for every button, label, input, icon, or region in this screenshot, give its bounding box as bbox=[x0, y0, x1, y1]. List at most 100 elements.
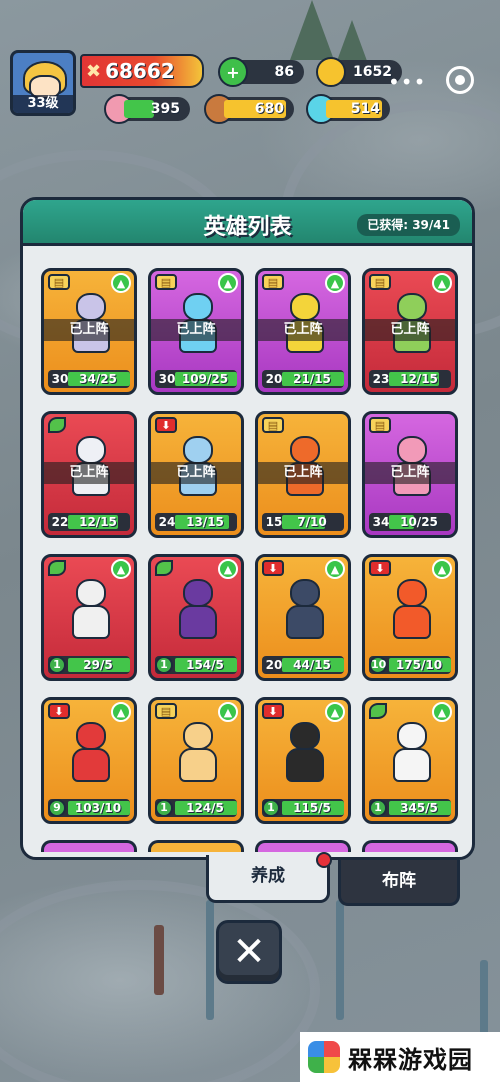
hero-card-partial[interactable] bbox=[41, 840, 137, 852]
hero-card[interactable]: ▲ 1 154/5 bbox=[148, 554, 244, 681]
hero-fragments: 12/15 bbox=[79, 515, 117, 529]
tab-formation[interactable]: 布阵 bbox=[338, 860, 460, 906]
on-team-label: 已上阵 bbox=[151, 319, 241, 341]
hero-card[interactable]: ⬇ ▲ 10 175/10 bbox=[362, 554, 458, 681]
hero-card[interactable]: ⬇ 已上阵 24 13/15 bbox=[148, 411, 244, 538]
hero-level: 10 bbox=[369, 656, 387, 674]
hero-fragments: 29/5 bbox=[83, 658, 113, 672]
hero-card-partial[interactable] bbox=[255, 840, 351, 852]
on-team-label: 已上阵 bbox=[365, 462, 455, 484]
watermark-logo-icon bbox=[308, 1041, 340, 1073]
down-arrow-icon: ⬇ bbox=[369, 560, 391, 576]
book-icon: ▤ bbox=[262, 274, 284, 290]
hero-card[interactable]: ▤ 已上阵 15 7/10 bbox=[255, 411, 351, 538]
hero-card-partial[interactable] bbox=[148, 840, 244, 852]
down-arrow-icon: ⬇ bbox=[262, 560, 284, 576]
record-icon[interactable] bbox=[446, 66, 474, 94]
fragment-progress-bar: 30 109/25 bbox=[155, 370, 237, 388]
hero-fragments: 21/15 bbox=[293, 372, 331, 386]
hero-card[interactable]: ▤ ▲ 1 124/5 bbox=[148, 697, 244, 824]
fragment-progress-bar: 20 44/15 bbox=[262, 656, 344, 674]
hero-fragments: 175/10 bbox=[395, 658, 443, 672]
hero-card[interactable]: ▤ ▲ 已上阵 23 12/15 bbox=[362, 268, 458, 395]
hero-list-panel: 英雄列表 已获得: 39/41 ▤ ▲ 已上阵 30 34/25 ▤ ▲ 已上阵 30 109/2… bbox=[20, 197, 475, 860]
fragment-progress-bar: 1 345/5 bbox=[369, 799, 451, 817]
crystal-resource[interactable]: 514 bbox=[306, 94, 390, 124]
hero-level: 1 bbox=[262, 799, 280, 817]
hero-fragments: 124/5 bbox=[186, 801, 224, 815]
hero-card[interactable]: 已上阵 22 12/15 bbox=[41, 411, 137, 538]
hero-portrait bbox=[64, 718, 118, 788]
hero-fragments: 44/15 bbox=[293, 658, 331, 672]
on-team-label: 已上阵 bbox=[258, 319, 348, 341]
fragment-progress-bar: 1 154/5 bbox=[155, 656, 237, 674]
gem-plus-icon: + bbox=[218, 57, 248, 87]
swords-icon: ✖ bbox=[86, 60, 102, 82]
hero-portrait bbox=[171, 718, 225, 788]
player-avatar[interactable]: 33级 bbox=[10, 50, 76, 116]
hero-card-partial[interactable] bbox=[362, 840, 458, 852]
hero-grid: ▤ ▲ 已上阵 30 34/25 ▤ ▲ 已上阵 30 109/25 ▤ ▲ 已上阵 20 21/15 ▤ ▲ 已… bbox=[41, 268, 458, 857]
hero-fragments: 154/5 bbox=[186, 658, 224, 672]
hero-card[interactable]: ▲ 1 345/5 bbox=[362, 697, 458, 824]
down-arrow-icon: ⬇ bbox=[155, 417, 177, 433]
watermark: 槑槑游戏园 bbox=[300, 1032, 500, 1082]
notification-dot bbox=[316, 852, 332, 868]
down-arrow-icon: ⬇ bbox=[48, 703, 70, 719]
hero-level: 1 bbox=[155, 656, 173, 674]
hero-card[interactable]: ⬇ ▲ 1 115/5 bbox=[255, 697, 351, 824]
fragment-progress-bar: 1 29/5 bbox=[48, 656, 130, 674]
leaf-icon bbox=[155, 560, 173, 576]
hero-level: 1 bbox=[155, 799, 173, 817]
hero-fragments: 12/15 bbox=[400, 372, 438, 386]
on-team-label: 已上阵 bbox=[258, 462, 348, 484]
on-team-label: 已上阵 bbox=[151, 462, 241, 484]
hero-level: 1 bbox=[48, 656, 66, 674]
down-arrow-icon: ⬇ bbox=[262, 703, 284, 719]
hero-level: 9 bbox=[48, 799, 66, 817]
hero-card[interactable]: ⬇ ▲ 9 103/10 bbox=[41, 697, 137, 824]
more-icon[interactable]: ••• bbox=[388, 70, 426, 94]
fragment-progress-bar: 23 12/15 bbox=[369, 370, 451, 388]
book-icon: ▤ bbox=[155, 274, 177, 290]
fragment-progress-bar: 30 34/25 bbox=[48, 370, 130, 388]
hero-card[interactable]: ▤ ▲ 已上阵 30 34/25 bbox=[41, 268, 137, 395]
fragment-progress-bar: 1 115/5 bbox=[262, 799, 344, 817]
fragment-progress-bar: 20 21/15 bbox=[262, 370, 344, 388]
fragment-progress-bar: 22 12/15 bbox=[48, 513, 130, 531]
hero-portrait bbox=[385, 718, 439, 788]
tab-develop[interactable]: 养成 bbox=[206, 855, 330, 903]
close-button[interactable]: ✕ bbox=[216, 920, 282, 984]
hero-portrait bbox=[278, 575, 332, 645]
fragment-progress-bar: 24 13/15 bbox=[155, 513, 237, 531]
hero-card[interactable]: ▤ ▲ 已上阵 20 21/15 bbox=[255, 268, 351, 395]
hero-card[interactable]: ▤ 已上阵 34 10/25 bbox=[362, 411, 458, 538]
book-icon: ▤ bbox=[369, 417, 391, 433]
hero-fragments: 109/25 bbox=[181, 372, 229, 386]
hero-level: 34 bbox=[372, 515, 390, 529]
hero-level: 22 bbox=[51, 515, 69, 529]
obtained-count: 已获得: 39/41 bbox=[357, 214, 460, 236]
hero-fragments: 103/10 bbox=[74, 801, 122, 815]
power-value: 68662 bbox=[105, 59, 175, 83]
hero-card[interactable]: ⬇ ▲ 20 44/15 bbox=[255, 554, 351, 681]
hero-card[interactable]: ▤ ▲ 已上阵 30 109/25 bbox=[148, 268, 244, 395]
hero-fragments: 345/5 bbox=[400, 801, 438, 815]
hero-portrait bbox=[278, 718, 332, 788]
hero-level: 30 bbox=[158, 372, 176, 386]
hero-portrait bbox=[385, 575, 439, 645]
fragment-progress-bar: 9 103/10 bbox=[48, 799, 130, 817]
gem-value: 86 bbox=[274, 64, 294, 80]
fragment-progress-bar: 10 175/10 bbox=[369, 656, 451, 674]
hero-level: 1 bbox=[369, 799, 387, 817]
gem-resource[interactable]: + 86 bbox=[218, 57, 304, 87]
crystal-value: 514 bbox=[350, 101, 380, 117]
on-team-label: 已上阵 bbox=[44, 462, 134, 484]
meat-resource[interactable]: 395 bbox=[104, 94, 190, 124]
hero-portrait bbox=[64, 575, 118, 645]
book-icon: ▤ bbox=[48, 274, 70, 290]
hero-card[interactable]: ▲ 1 29/5 bbox=[41, 554, 137, 681]
book-icon: ▤ bbox=[262, 417, 284, 433]
hero-portrait bbox=[171, 575, 225, 645]
wood-resource[interactable]: 680 bbox=[204, 94, 294, 124]
